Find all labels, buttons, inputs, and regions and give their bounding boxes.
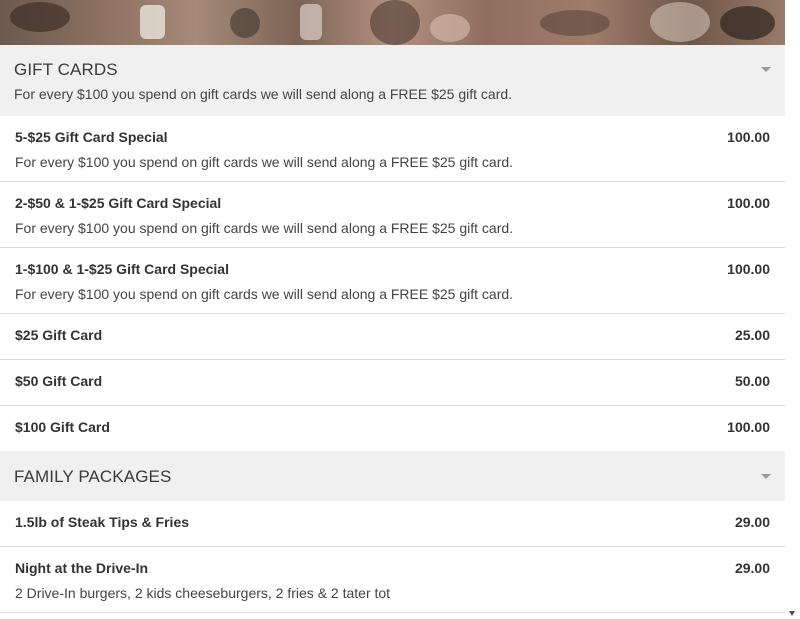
- menu-item-100-gift-card[interactable]: $100 Gift Card 100.00: [0, 406, 785, 451]
- item-description: 2 Drive-In burgers, 2 kids cheeseburgers…: [15, 585, 391, 601]
- item-price: 100.00: [727, 261, 770, 277]
- item-description: For every $100 you spend on gift cards w…: [15, 220, 514, 236]
- item-price: 29.00: [734, 514, 770, 530]
- section-title: GIFT CARDS: [14, 60, 118, 79]
- menu-item-steak-tips-fries[interactable]: 1.5lb of Steak Tips & Fries 29.00: [0, 501, 785, 547]
- hero-banner-image: [0, 0, 785, 45]
- section-description: For every $100 you spend on gift cards w…: [14, 86, 513, 102]
- item-name: 1-$100 & 1-$25 Gift Card Special: [15, 261, 229, 277]
- menu-item-50-gift-card[interactable]: $50 Gift Card 50.00: [0, 360, 785, 406]
- item-name: 2-$50 & 1-$25 Gift Card Special: [15, 195, 222, 211]
- item-name: $25 Gift Card: [15, 327, 103, 343]
- section-title: FAMILY PACKAGES: [14, 467, 172, 486]
- section-header-gift-cards[interactable]: GIFT CARDS For every $100 you spend on g…: [0, 45, 785, 116]
- item-description: For every $100 you spend on gift cards w…: [15, 286, 514, 302]
- item-price: 25.00: [734, 327, 770, 343]
- item-price: 29.00: [734, 560, 770, 576]
- menu-item-5-25-gift-card-special[interactable]: 5-$25 Gift Card Special 100.00 For every…: [0, 116, 785, 182]
- menu-item-night-at-the-drive-in[interactable]: Night at the Drive-In 29.00 2 Drive-In b…: [0, 547, 785, 613]
- menu-item-1-100-1-25-gift-card-special[interactable]: 1-$100 & 1-$25 Gift Card Special 100.00 …: [0, 248, 785, 314]
- item-price: 100.00: [727, 195, 770, 211]
- section-header-family-packages[interactable]: FAMILY PACKAGES: [0, 451, 785, 501]
- chevron-down-icon[interactable]: [761, 474, 771, 479]
- item-name: $50 Gift Card: [15, 373, 103, 389]
- menu-content: GIFT CARDS For every $100 you spend on g…: [0, 0, 785, 619]
- item-name: 5-$25 Gift Card Special: [15, 129, 168, 145]
- item-name: $100 Gift Card: [15, 419, 110, 435]
- item-price: 100.00: [727, 419, 770, 435]
- item-description: For every $100 you spend on gift cards w…: [15, 154, 514, 170]
- item-name: 1.5lb of Steak Tips & Fries: [15, 514, 190, 530]
- menu-item-2-50-1-25-gift-card-special[interactable]: 2-$50 & 1-$25 Gift Card Special 100.00 F…: [0, 182, 785, 248]
- vertical-scrollbar[interactable]: [785, 0, 800, 619]
- item-price: 50.00: [734, 373, 770, 389]
- menu-item-25-gift-card[interactable]: $25 Gift Card 25.00: [0, 314, 785, 360]
- item-price: 100.00: [727, 129, 770, 145]
- item-name: Night at the Drive-In: [15, 560, 149, 576]
- scroll-down-arrow-icon[interactable]: [789, 611, 795, 616]
- chevron-down-icon[interactable]: [761, 67, 771, 72]
